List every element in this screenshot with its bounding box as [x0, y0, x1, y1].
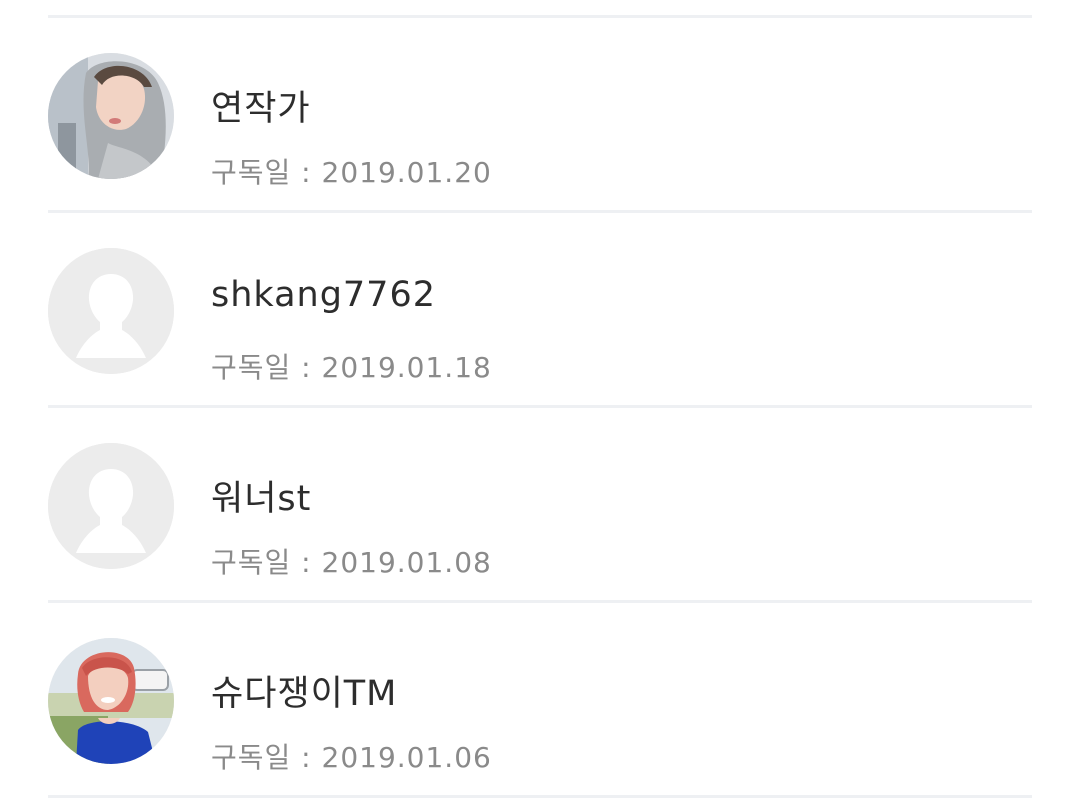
avatar[interactable] [48, 638, 174, 764]
avatar[interactable] [48, 248, 174, 374]
default-person-icon [48, 248, 174, 374]
hooded-person-photo-icon [48, 53, 174, 179]
red-hair-person-photo-icon [48, 638, 174, 764]
subscriber-row[interactable]: 연작가 구독일 : 2019.01.20 [48, 18, 1032, 210]
subscriber-name[interactable]: 연작가 [211, 80, 311, 131]
subscriber-row[interactable]: shkang7762 구독일 : 2019.01.18 [48, 213, 1032, 405]
subscriber-name[interactable]: 워너st [211, 470, 311, 521]
subscription-date: 구독일 : 2019.01.20 [211, 156, 492, 189]
subscription-date: 구독일 : 2019.01.18 [211, 351, 492, 384]
avatar[interactable] [48, 443, 174, 569]
subscriber-row[interactable]: 워너st 구독일 : 2019.01.08 [48, 408, 1032, 600]
subscriber-list: 연작가 구독일 : 2019.01.20 shkang7762 구독일 : 20… [48, 0, 1032, 798]
subscription-date: 구독일 : 2019.01.08 [211, 546, 492, 579]
subscriber-row[interactable]: 슈다쟁이TM 구독일 : 2019.01.06 [48, 603, 1032, 795]
subscription-date: 구독일 : 2019.01.06 [211, 741, 492, 774]
default-person-icon [48, 443, 174, 569]
divider [48, 795, 1032, 798]
subscriber-name[interactable]: shkang7762 [211, 275, 436, 315]
subscriber-name[interactable]: 슈다쟁이TM [211, 665, 397, 716]
avatar[interactable] [48, 53, 174, 179]
